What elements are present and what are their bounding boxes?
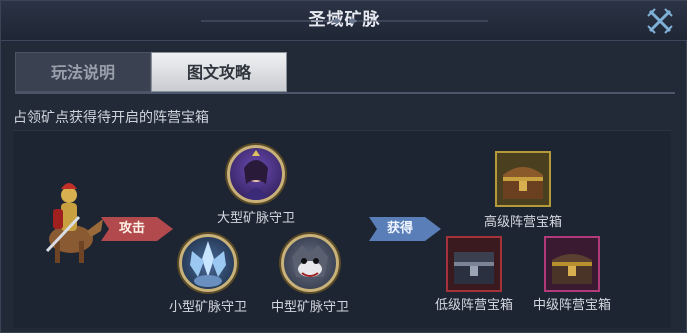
tab-illustrated-guide[interactable]: 图文攻略 bbox=[151, 52, 287, 92]
large-guard-label: 大型矿脉守卫 bbox=[216, 211, 295, 226]
attack-arrow: 攻击 bbox=[101, 215, 175, 243]
close-icon[interactable] bbox=[646, 7, 674, 35]
small-guard-label: 小型矿脉守卫 bbox=[168, 300, 247, 315]
attack-label: 攻击 bbox=[118, 221, 145, 236]
high-camp-chest-icon bbox=[495, 151, 551, 207]
window-title: 圣域矿脉 bbox=[308, 10, 381, 30]
tab-gameplay-rules[interactable]: 玩法说明 bbox=[15, 52, 151, 92]
tab-underline bbox=[15, 92, 675, 94]
medium-guard-label: 中型矿脉守卫 bbox=[270, 300, 349, 315]
mid-camp-chest-icon bbox=[544, 236, 600, 292]
knight-on-horse-icon bbox=[45, 183, 103, 263]
mid-chest-label: 中级阵营宝箱 bbox=[532, 298, 611, 313]
obtain-arrow: 获得 bbox=[369, 215, 443, 243]
ice-crystal-creature-icon bbox=[179, 234, 237, 292]
sorceress-portrait-icon bbox=[227, 145, 285, 203]
obtain-label: 获得 bbox=[386, 221, 413, 236]
section-subtitle: 占领矿点获得待开启的阵营宝箱 bbox=[13, 110, 209, 126]
high-chest-label: 高级阵营宝箱 bbox=[483, 215, 562, 230]
low-chest-label: 低级阵营宝箱 bbox=[434, 298, 513, 313]
guide-diagram: 攻击 大型矿脉守卫 小型矿脉守卫 中型矿脉守卫 获得 高级阵营宝箱 低级阵营宝箱… bbox=[13, 130, 671, 328]
armored-beast-icon bbox=[281, 234, 339, 292]
title-ornament-right bbox=[348, 18, 488, 24]
game-dialog: 圣域矿脉 玩法说明 图文攻略 占领矿点获得待开启的阵营宝箱 攻击 大型矿脉守卫 … bbox=[0, 0, 687, 333]
low-camp-chest-icon bbox=[446, 236, 502, 292]
title-ornament-left bbox=[201, 18, 341, 24]
title-bar: 圣域矿脉 bbox=[1, 1, 687, 41]
